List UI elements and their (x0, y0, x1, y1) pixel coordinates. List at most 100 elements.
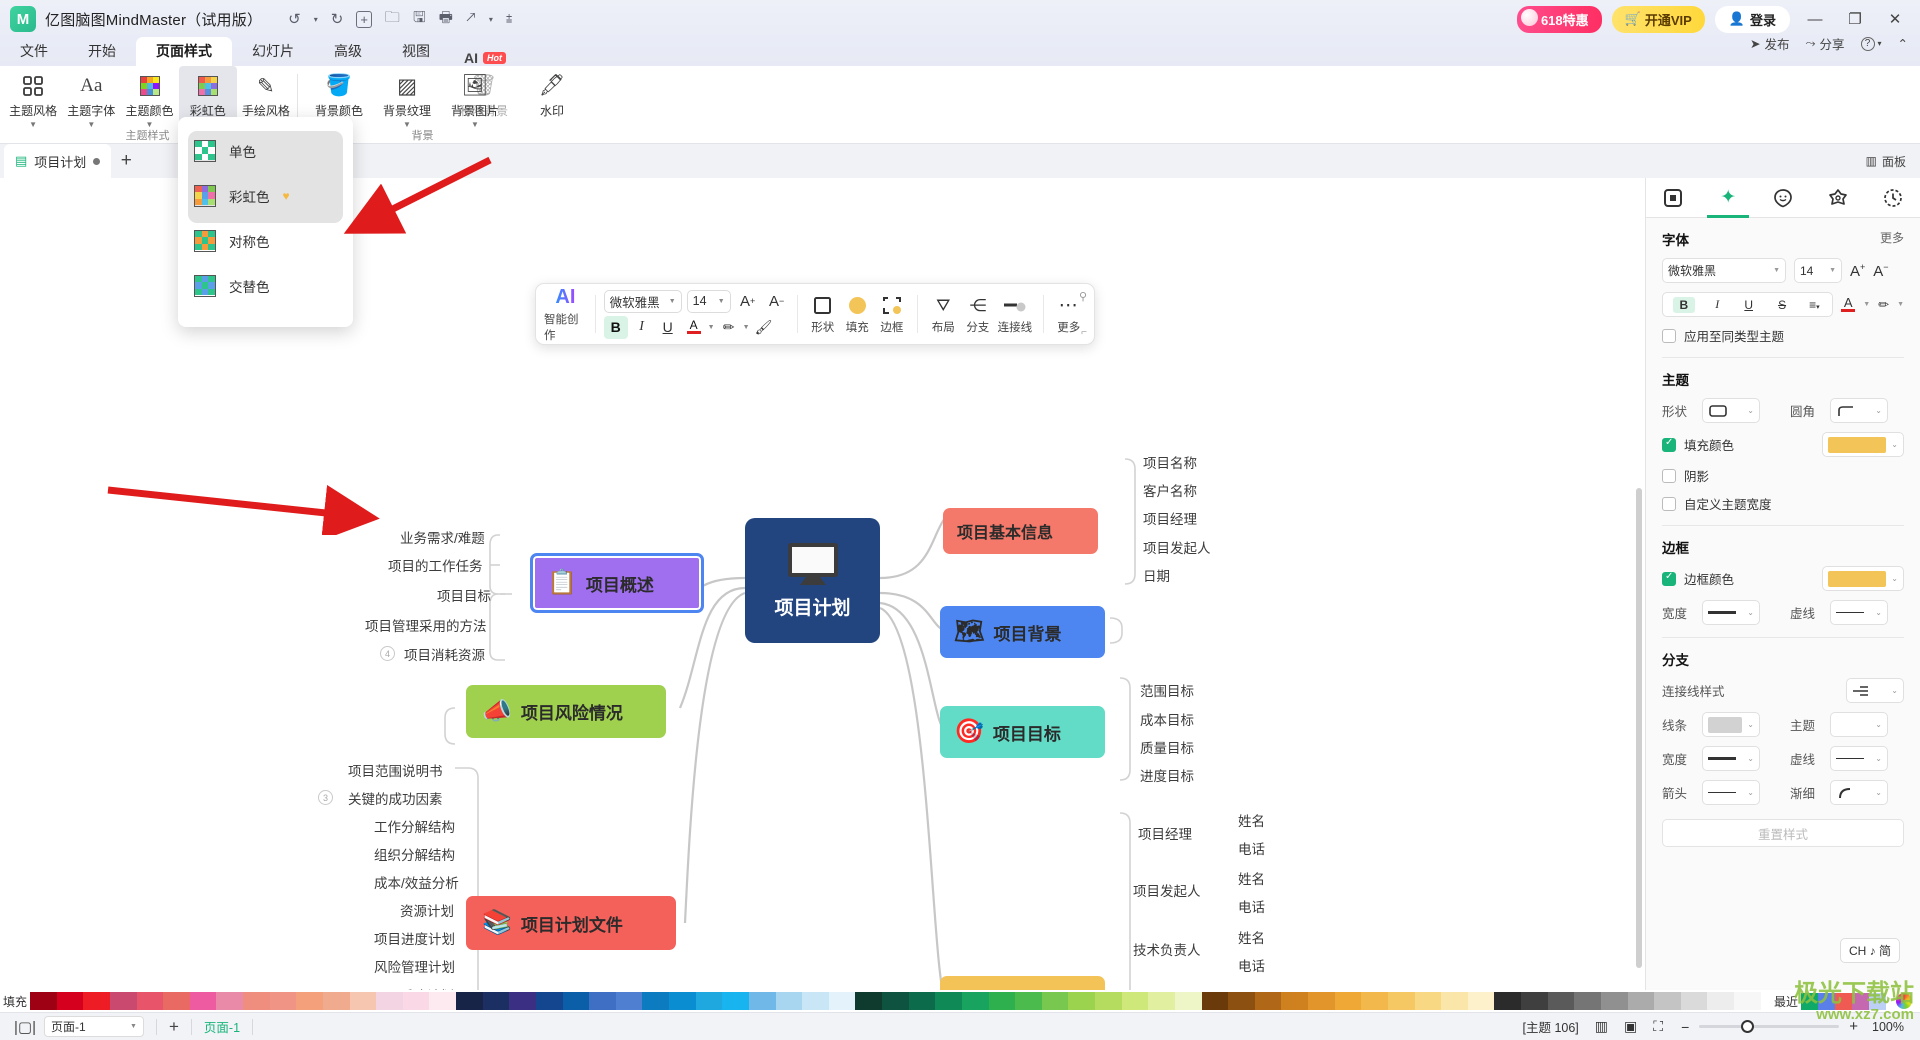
add-document-button[interactable]: + (111, 146, 141, 176)
increase-font-size-button[interactable]: A + (736, 290, 760, 313)
menu-tab-file[interactable]: 文件 (0, 37, 68, 66)
subnode-label[interactable]: 项目经理 (1138, 823, 1192, 843)
border-width-select[interactable]: ⌄ (1702, 600, 1760, 625)
subnode-label[interactable]: 质量目标 (1140, 737, 1194, 757)
underline-button[interactable]: U (656, 316, 680, 339)
current-page-label[interactable]: 页面-1 (204, 1017, 240, 1036)
zoom-slider[interactable] (1699, 1020, 1840, 1033)
subnode-label[interactable]: 资源计划 (400, 900, 454, 920)
menu-tab-advanced[interactable]: 高级 (314, 37, 382, 66)
subnode-label[interactable]: 技术负责人 (1133, 939, 1201, 959)
fill-color-checkbox[interactable] (1662, 437, 1676, 452)
menu-tab-home[interactable]: 开始 (68, 37, 136, 66)
chevron-down-icon[interactable]: ▼ (1863, 301, 1870, 308)
subnode-label[interactable]: 项目进度计划 (374, 928, 455, 948)
branch-width-select[interactable]: ⌄ (1702, 746, 1760, 771)
undo-caret-icon[interactable]: ▾ (314, 15, 318, 24)
decrease-font-size-button[interactable]: A − (765, 290, 789, 313)
apply-same-type-checkbox[interactable] (1662, 328, 1676, 343)
connector-button[interactable]: 连接线 (995, 293, 1035, 335)
theme-corner-select[interactable]: ⌄ (1830, 398, 1888, 423)
panel-decrease-font-button[interactable]: A− (1873, 262, 1888, 280)
panel-italic-button[interactable]: I (1710, 297, 1724, 312)
mindmap-node-basic-info[interactable]: 项目基本信息 (943, 508, 1098, 554)
dropdown-item-alternating-color[interactable]: 交替色 (178, 263, 353, 308)
text-color-button[interactable]: A (682, 316, 706, 339)
mindmap-node-background[interactable]: 🗺 项目背景 (940, 606, 1105, 658)
dropdown-item-single-color[interactable]: 单色 (178, 128, 353, 173)
login-button[interactable]: 👤 登录 (1714, 5, 1790, 33)
branch-theme-select[interactable]: ⌄ (1830, 712, 1888, 737)
shape-button[interactable]: 形状 (805, 293, 840, 335)
subnode-label[interactable]: 项目经理 (1143, 508, 1197, 528)
apply-same-type-row[interactable]: 应用至同类型主题 (1662, 326, 1904, 345)
fullscreen-icon[interactable]: ⛶ (1653, 1018, 1663, 1035)
subnode-label[interactable]: 进度目标 (1140, 765, 1194, 785)
mindmap-node-people[interactable]: 👥 相关人员 (940, 976, 1105, 990)
highlight-color-button[interactable]: ✏ (717, 316, 741, 339)
right-tab-sticker[interactable] (1810, 178, 1865, 218)
palette-swatches[interactable] (30, 992, 1761, 1010)
reset-style-button[interactable]: 重置样式 (1662, 819, 1904, 847)
border-color-checkbox[interactable] (1662, 571, 1676, 586)
ai-create-button[interactable]: AI 智能创作 (544, 285, 587, 343)
subnode-label[interactable]: 项目发起人 (1143, 537, 1211, 557)
leaf-label[interactable]: 姓名 (1238, 927, 1265, 947)
subnode-label[interactable]: 风险管理计划 (374, 956, 455, 976)
fill-button[interactable]: 填充 (840, 293, 875, 335)
menu-tab-view[interactable]: 视图 (382, 37, 450, 66)
branch-line-color-select[interactable]: ⌄ (1702, 712, 1760, 737)
subnode-label[interactable]: 范围目标 (1140, 680, 1194, 700)
mindmap-node-risk[interactable]: 📣 项目风险情况 (466, 685, 666, 738)
leaf-label[interactable]: 电话 (1238, 955, 1265, 975)
menu-tab-slides[interactable]: 幻灯片 (232, 37, 314, 66)
menu-tab-page-style[interactable]: 页面样式 (136, 37, 232, 66)
subnode-label[interactable]: 组织分解结构 (374, 844, 455, 864)
branch-linestyle-select[interactable]: ⌄ (1846, 678, 1904, 703)
chevron-down-icon[interactable]: ▼ (1897, 301, 1904, 308)
book-view-icon[interactable]: ▥ (1595, 1018, 1608, 1035)
chevron-down-icon[interactable]: ▼ (708, 324, 715, 331)
subnode-label[interactable]: 客户名称 (1143, 480, 1197, 500)
right-tab-history[interactable] (1865, 178, 1920, 218)
subnode-label[interactable]: 项目目标 (437, 585, 491, 605)
font-size-select[interactable]: 14 ▼ (686, 289, 731, 313)
dropdown-item-rainbow-color[interactable]: 彩虹色 ♥ (178, 173, 353, 218)
maximize-button[interactable]: ❐ (1840, 4, 1870, 34)
custom-width-checkbox[interactable] (1662, 496, 1676, 511)
zoom-slider-handle[interactable] (1741, 1020, 1755, 1033)
font-family-select[interactable]: 微软雅黑 ▼ (603, 289, 682, 313)
shadow-checkbox[interactable] (1662, 468, 1676, 483)
subnode-label[interactable]: 日期 (1143, 565, 1170, 585)
format-painter-button[interactable]: 🖌 (752, 316, 776, 339)
resize-handle-icon[interactable]: ⌐ (1081, 327, 1087, 338)
ribbon-watermark[interactable]: 🖋 水印 (518, 66, 586, 144)
mindmap-node-overview[interactable]: 📋 项目概述 (530, 553, 704, 613)
subnode-label[interactable]: 成本目标 (1140, 709, 1194, 729)
border-button[interactable]: 边框 (875, 293, 910, 335)
panel-font-size-select[interactable]: 14 ▼ (1794, 258, 1842, 283)
page-view-icon[interactable]: |▢| (14, 1018, 36, 1036)
zoom-out-button[interactable]: − (1681, 1019, 1689, 1035)
panel-strikethrough-button[interactable]: S (1773, 298, 1791, 312)
subnode-label[interactable]: 成本/效益分析 (374, 872, 459, 892)
bold-button[interactable]: B (603, 315, 628, 339)
redo-icon[interactable]: ↻ (331, 10, 344, 28)
ime-indicator[interactable]: CH ♪ 简 (1840, 938, 1901, 963)
mindmap-node-goal[interactable]: 🎯 项目目标 (940, 706, 1105, 758)
more-qat-icon[interactable]: ⩲ (506, 13, 512, 26)
vip-button[interactable]: 🛒 开通VIP (1611, 5, 1705, 33)
subnode-label[interactable]: 项目管理采用的方法 (365, 615, 487, 635)
close-button[interactable]: ✕ (1880, 4, 1910, 34)
border-dash-select[interactable]: ⌄ (1830, 600, 1888, 625)
subnode-label[interactable]: 项目范围说明书 (348, 760, 443, 780)
font-more-link[interactable]: 更多 (1880, 229, 1904, 249)
menu-tab-ai[interactable]: AI Hot (450, 50, 506, 66)
panel-underline-button[interactable]: U (1739, 298, 1758, 312)
pin-icon[interactable]: ⚲ (1079, 290, 1087, 303)
panel-align-button[interactable]: ≡▾ (1806, 298, 1823, 312)
italic-button[interactable]: I (630, 316, 654, 339)
fit-page-icon[interactable]: ▣ (1624, 1018, 1637, 1035)
subnode-label[interactable]: 工作分解结构 (374, 816, 455, 836)
panel-bold-button[interactable]: B (1672, 296, 1696, 313)
